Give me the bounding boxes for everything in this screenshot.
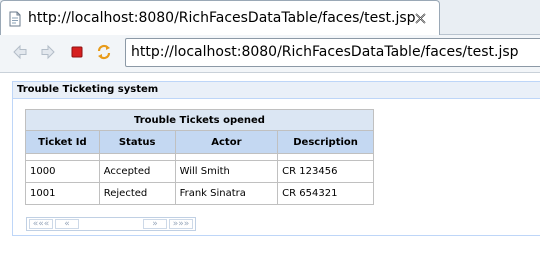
ticket-id-cell: 1001 [25,182,100,205]
page-content: Trouble Ticketing system Trouble Tickets… [0,73,540,256]
status-cell: Accepted [98,160,176,183]
panel-title: Trouble Ticketing system [17,84,159,95]
tab-bar: http://localhost:8080/RichFacesDataTable… [0,0,540,35]
stop-icon[interactable] [68,43,86,61]
close-tab-icon[interactable] [414,12,427,25]
navigation-toolbar: http://localhost:8080/RichFacesDataTable… [0,35,540,73]
description-cell: CR 123456 [277,160,374,183]
first-page-button[interactable]: ««« [29,219,53,229]
page-icon [9,11,21,27]
panel: Trouble Ticketing system Trouble Tickets… [12,81,540,236]
column-header-description: Description [277,130,374,154]
tab-title: http://localhost:8080/RichFacesDataTable… [28,10,416,26]
back-arrow-icon[interactable] [11,43,29,61]
column-header-actor: Actor [174,130,279,154]
ticket-id-cell: 1000 [25,160,100,183]
table-row[interactable]: 1000 Accepted Will Smith CR 123456 [25,160,374,183]
actor-cell: Will Smith [174,160,279,183]
last-page-button[interactable]: »»» [169,219,193,229]
actor-cell: Frank Sinatra [174,182,279,205]
column-header-status: Status [98,130,176,154]
forward-arrow-icon[interactable] [39,43,57,61]
refresh-icon[interactable] [95,43,113,61]
table-caption: Trouble Tickets opened [25,109,374,131]
description-cell: CR 654321 [277,182,374,205]
tickets-table: Trouble Tickets opened Ticket Id Status … [25,109,374,205]
next-page-button[interactable]: » [143,219,167,229]
column-header-ticket-id: Ticket Id [25,130,100,154]
address-bar[interactable]: http://localhost:8080/RichFacesDataTable… [125,38,540,67]
status-cell: Rejected [98,182,176,205]
datascroller: ««« « » »»» [26,217,196,231]
table-row[interactable]: 1001 Rejected Frank Sinatra CR 654321 [25,182,374,205]
header-spacer-row [25,153,374,161]
panel-header: Trouble Ticketing system [13,82,540,99]
url-text[interactable]: http://localhost:8080/RichFacesDataTable… [131,44,519,60]
previous-page-button[interactable]: « [55,219,79,229]
browser-tab[interactable]: http://localhost:8080/RichFacesDataTable… [0,0,440,35]
